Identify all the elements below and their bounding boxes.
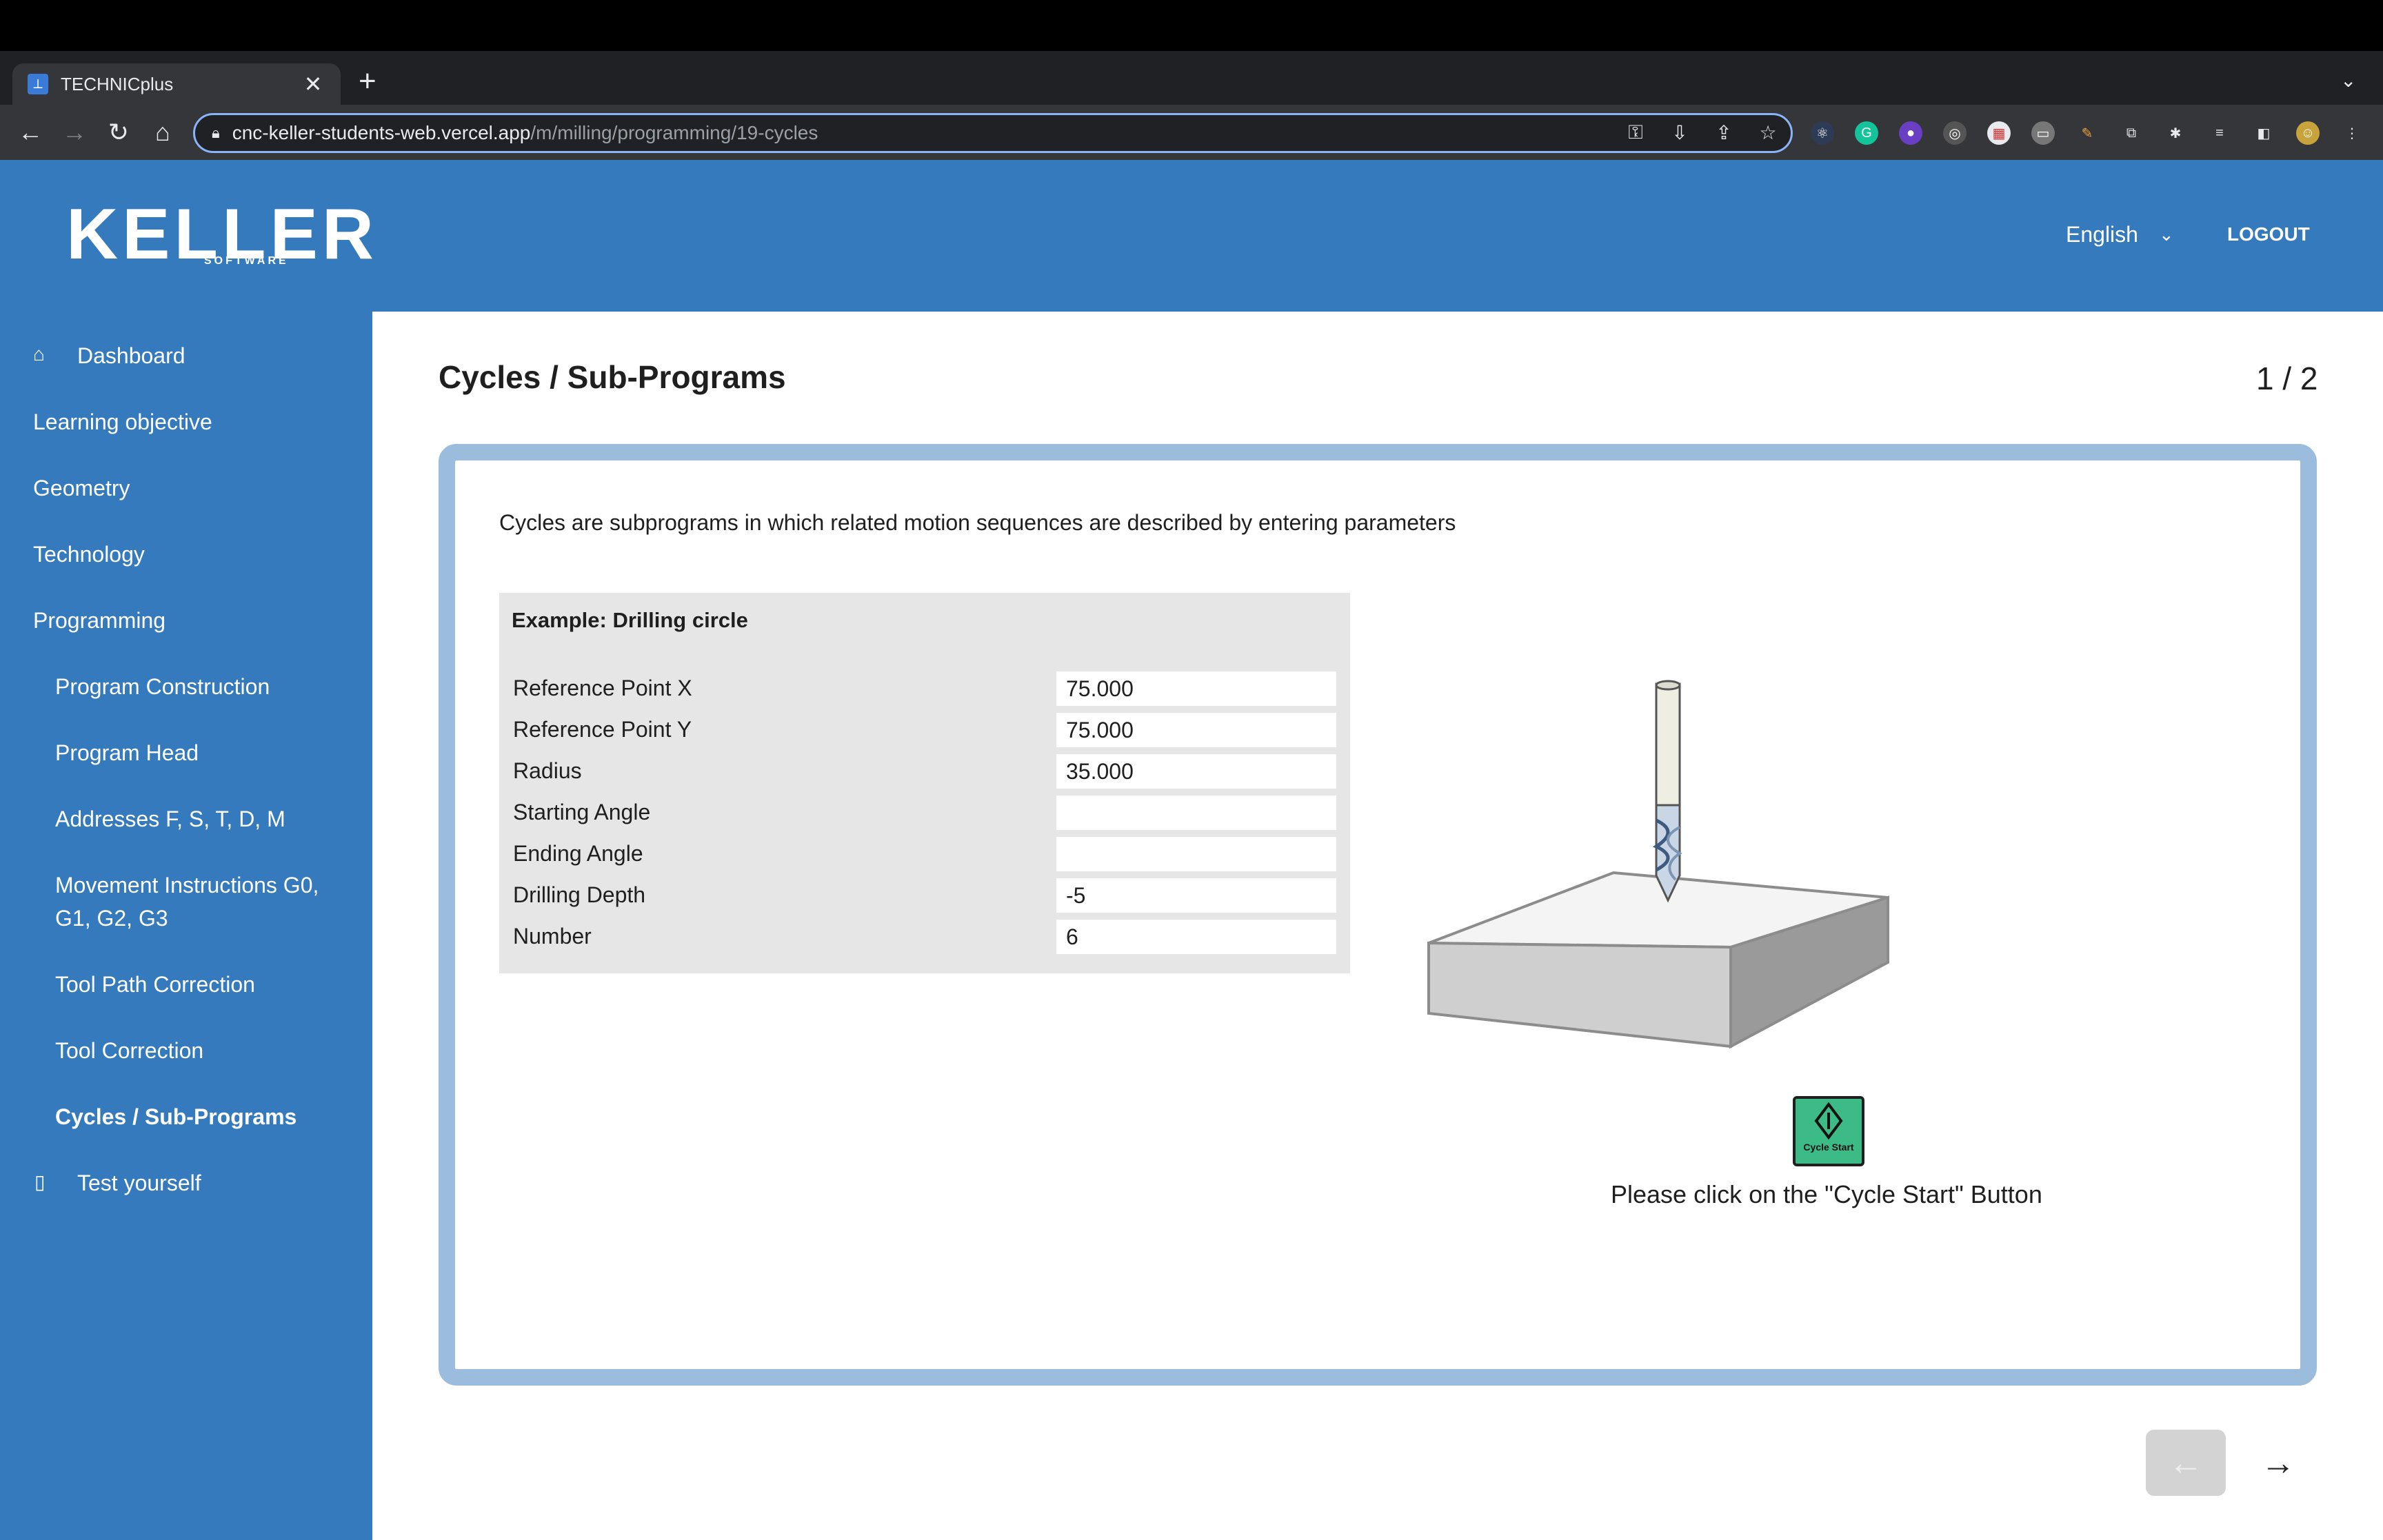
sidebar-item-test-yourself[interactable]: Test yourself <box>77 1166 201 1199</box>
sidebar-item-program-construction[interactable]: Program Construction <box>55 670 270 703</box>
cycle-start-diamond-icon <box>1814 1102 1843 1140</box>
install-app-icon[interactable]: ⇩ <box>1667 121 1692 144</box>
radius-field[interactable] <box>1056 754 1336 789</box>
parameter-row: Number <box>499 918 1350 954</box>
previous-page-button[interactable]: ← <box>2146 1430 2226 1496</box>
grammarly-extension-icon[interactable]: G <box>1855 121 1878 145</box>
sidebar-item-program-head[interactable]: Program Head <box>55 736 199 769</box>
chevron-down-icon: ⌄ <box>2158 224 2174 245</box>
key-icon[interactable]: ⚿ <box>1623 121 1648 144</box>
sidebar-item-dashboard[interactable]: Dashboard <box>77 339 185 372</box>
page-counter: 1 / 2 <box>2256 361 2318 396</box>
page-title: Cycles / Sub-Programs <box>439 359 786 395</box>
parameter-label: Radius <box>513 758 582 783</box>
drilling-depth-field[interactable] <box>1056 878 1336 913</box>
url-host: cnc-keller-students-web.vercel.app <box>232 122 531 143</box>
sidebar-item-movement-instructions-line2[interactable]: G1, G2, G3 <box>55 902 168 935</box>
screen-extension-icon[interactable]: ⧉ <box>2120 121 2143 145</box>
extension-badge-icon[interactable]: ● <box>1899 121 1922 145</box>
cycle-start-hint: Please click on the "Cycle Start" Button <box>1611 1180 2042 1208</box>
lesson-intro-text: Cycles are subprograms in which related … <box>499 510 1456 535</box>
keller-logo-subtitle: SOFTWARE <box>204 255 289 267</box>
cycle-start-label: Cycle Start <box>1803 1142 1854 1153</box>
sidebar-item-technology[interactable]: Technology <box>33 538 145 571</box>
browser-menu-icon[interactable]: ⋮ <box>2340 121 2364 145</box>
starting-angle-field[interactable] <box>1056 796 1336 830</box>
parameter-row: Radius <box>499 753 1350 789</box>
sidebar-item-learning-objective[interactable]: Learning objective <box>33 405 212 438</box>
drill-shank-top <box>1655 680 1681 691</box>
parameter-label: Drilling Depth <box>513 882 646 907</box>
sidebar-item-geometry[interactable]: Geometry <box>33 472 130 505</box>
sidebar-item-movement-instructions[interactable]: Movement Instructions G0, <box>55 869 319 902</box>
workpiece-front-face <box>1427 941 1732 1048</box>
sidebar-item-addresses[interactable]: Addresses F, S, T, D, M <box>55 802 285 835</box>
drill-shank <box>1655 682 1681 807</box>
parameter-row: Starting Angle <box>499 794 1350 830</box>
react-devtools-extension-icon[interactable]: ⚛ <box>1811 121 1834 145</box>
language-select-value: English <box>2066 222 2138 247</box>
arrow-right-icon: → <box>2261 1443 2295 1482</box>
lock-icon: 🔒︎ <box>212 124 220 141</box>
language-select[interactable]: English ⌄ <box>2066 222 2174 247</box>
reference-point-y-field[interactable] <box>1056 713 1336 747</box>
new-tab-button[interactable]: + <box>359 66 376 97</box>
forward-arrow-icon[interactable]: → <box>58 116 91 149</box>
side-panel-icon[interactable]: ◧ <box>2252 121 2275 145</box>
parameter-label: Starting Angle <box>513 800 651 824</box>
logout-button[interactable]: LOGOUT <box>2227 223 2310 245</box>
parameters-heading: Example: Drilling circle <box>512 608 748 632</box>
book-icon: ▯ <box>34 1171 46 1193</box>
back-arrow-icon[interactable]: ← <box>14 116 47 149</box>
next-page-button[interactable]: → <box>2245 1430 2311 1496</box>
ending-angle-field[interactable] <box>1056 837 1336 871</box>
cycle-start-button[interactable]: Cycle Start <box>1793 1096 1864 1166</box>
parameter-row: Reference Point X <box>499 670 1350 706</box>
pen-extension-icon[interactable]: ✎ <box>2075 121 2099 145</box>
reading-list-icon[interactable]: ≡ <box>2208 121 2231 145</box>
sidebar-item-tool-path-correction[interactable]: Tool Path Correction <box>55 968 255 1001</box>
drilling-circle-parameters: Example: Drilling circle Reference Point… <box>499 593 1350 973</box>
home-icon: ⌂ <box>33 343 45 365</box>
home-icon[interactable]: ⌂ <box>146 116 179 149</box>
sidebar-item-programming[interactable]: Programming <box>33 604 165 637</box>
browser-tab-title: TECHNICplus <box>61 73 174 94</box>
reference-point-x-field[interactable] <box>1056 671 1336 706</box>
parameter-label: Reference Point Y <box>513 717 692 742</box>
record-extension-icon[interactable]: ◎ <box>1943 121 1967 145</box>
address-bar[interactable]: 🔒︎ cnc-keller-students-web.vercel.app/m/… <box>193 113 1793 153</box>
browser-tab[interactable]: ⟂ TECHNICplus ✕ <box>12 63 341 105</box>
parameter-label: Reference Point X <box>513 676 692 700</box>
parameter-label: Ending Angle <box>513 841 643 866</box>
parameter-row: Drilling Depth <box>499 877 1350 913</box>
parameter-row: Reference Point Y <box>499 711 1350 747</box>
parameter-label: Number <box>513 924 592 949</box>
url-path: /m/milling/programming/19-cycles <box>530 122 818 143</box>
sidebar-item-cycles[interactable]: Cycles / Sub-Programs <box>55 1100 296 1133</box>
os-menu-bar <box>0 0 2383 51</box>
site-favicon-icon: ⟂ <box>28 74 48 94</box>
number-field[interactable] <box>1056 920 1336 954</box>
extensions-puzzle-icon[interactable]: ✱ <box>2164 121 2187 145</box>
tab-search-chevron-icon[interactable]: ⌄ <box>2340 69 2356 92</box>
close-tab-icon[interactable]: ✕ <box>301 71 325 97</box>
share-icon[interactable]: ⇪ <box>1711 121 1736 144</box>
parameter-row: Ending Angle <box>499 835 1350 871</box>
arrow-left-icon: ← <box>2169 1443 2203 1482</box>
calendar-extension-icon[interactable]: ▦ <box>1987 121 2011 145</box>
browser-tabstrip: ⟂ TECHNICplus ✕ <box>0 51 2383 105</box>
sidebar-item-tool-correction[interactable]: Tool Correction <box>55 1034 203 1067</box>
bookmark-star-icon[interactable]: ☆ <box>1756 121 1780 144</box>
drill-workpiece-illustration <box>1427 680 1889 1049</box>
profile-avatar[interactable]: ☺ <box>2296 121 2320 145</box>
cast-extension-icon[interactable]: ▭ <box>2031 121 2055 145</box>
reload-icon[interactable]: ↻ <box>102 116 135 149</box>
